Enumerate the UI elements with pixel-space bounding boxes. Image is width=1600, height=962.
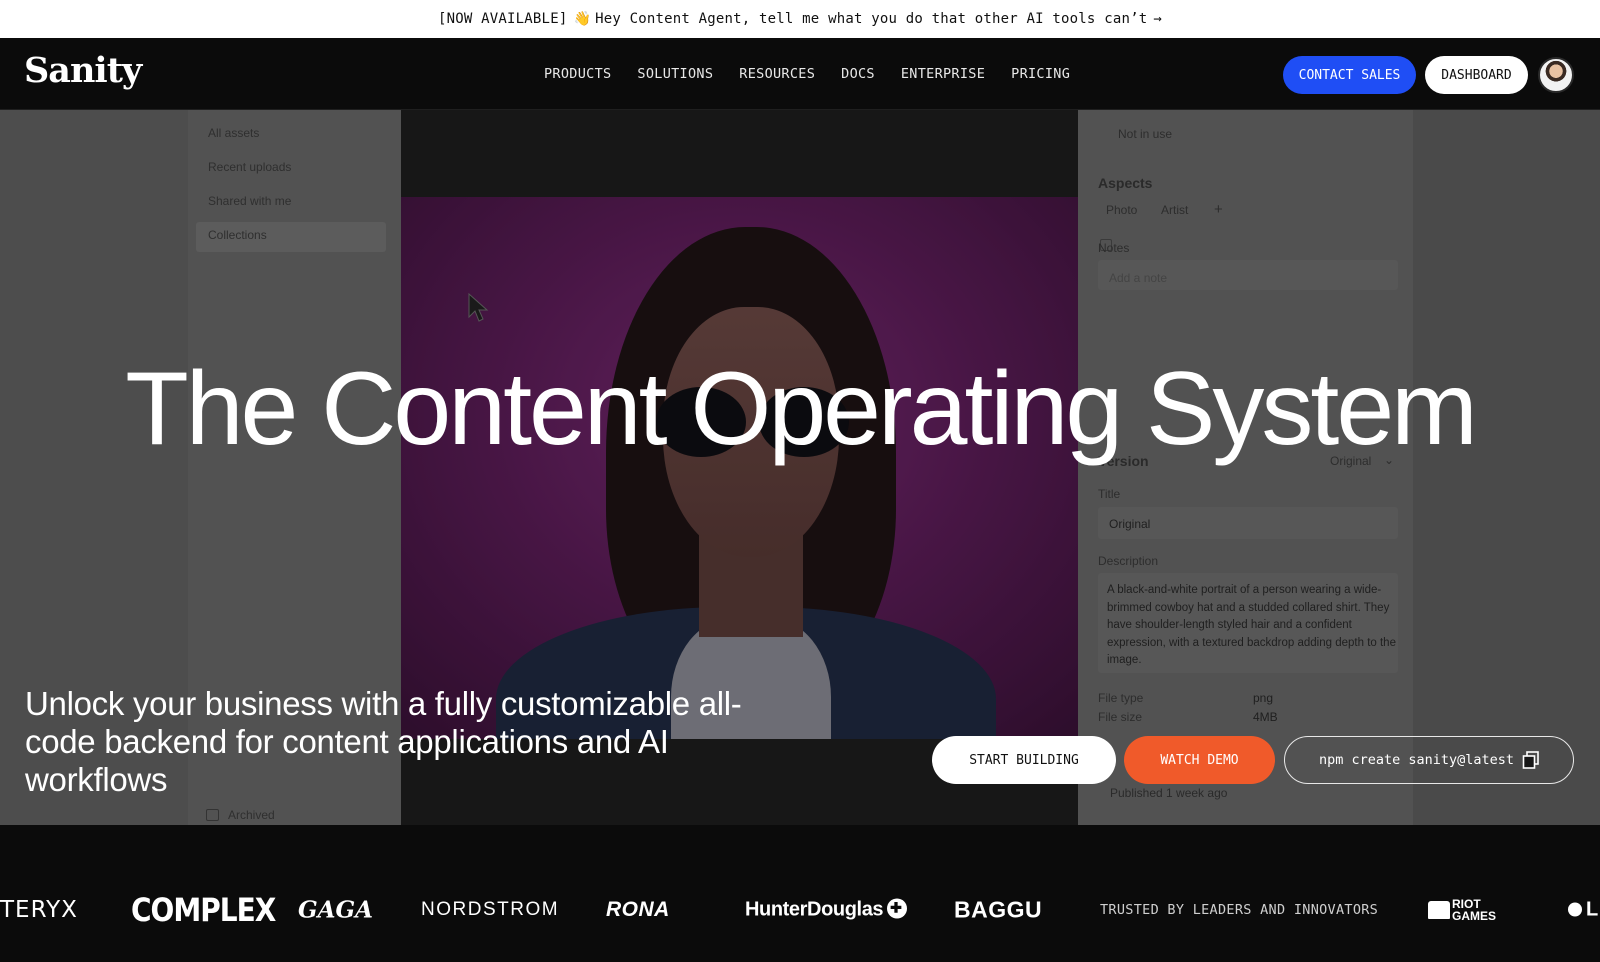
nav-item-docs[interactable]: DOCS bbox=[841, 66, 875, 82]
bg-title-label: Title bbox=[1098, 487, 1121, 501]
logo-complex: COMPLEX bbox=[131, 891, 276, 929]
bg-aspect-tag: Artist bbox=[1161, 203, 1189, 217]
bg-not-in-use: Not in use bbox=[1118, 127, 1173, 141]
logo-riot-games: RIOT GAMES bbox=[1428, 898, 1496, 922]
announcement-tag: [NOW AVAILABLE] bbox=[438, 11, 568, 27]
logo-arcteryx: TERYX bbox=[0, 897, 78, 923]
bg-aspects-heading: Aspects bbox=[1098, 175, 1153, 191]
bg-title-value: Original bbox=[1109, 517, 1151, 531]
bg-file-size: 4MB bbox=[1253, 710, 1278, 724]
bg-notes-placeholder: Add a note bbox=[1109, 271, 1168, 285]
archive-icon bbox=[206, 809, 219, 821]
nav-item-solutions[interactable]: SOLUTIONS bbox=[637, 66, 713, 82]
copy-icon[interactable] bbox=[1522, 751, 1540, 769]
bg-archived-label: Archived bbox=[228, 808, 275, 822]
bg-file-size-label: File size bbox=[1098, 710, 1143, 724]
bg-published: Published 1 week ago bbox=[1110, 786, 1228, 800]
dashboard-button[interactable]: DASHBOARD bbox=[1425, 56, 1528, 94]
page-title: The Content Operating System bbox=[125, 351, 1478, 467]
announcement-bar[interactable]: [NOW AVAILABLE] 👋 Hey Content Agent, tel… bbox=[0, 0, 1600, 38]
bg-description: A black-and-white portrait of a person w… bbox=[1107, 584, 1396, 666]
bg-file-type-label: File type bbox=[1098, 691, 1144, 705]
logo-hunterdouglas-text: HunterDouglas bbox=[745, 898, 884, 921]
logo-partial: L bbox=[1568, 899, 1598, 922]
riot-fist-icon bbox=[1428, 901, 1450, 919]
bg-sidebar-item: Recent uploads bbox=[208, 160, 292, 174]
watch-demo-button[interactable]: WATCH DEMO bbox=[1124, 736, 1275, 784]
bg-notes-label: Notes bbox=[1098, 241, 1130, 255]
plus-icon: + bbox=[1214, 201, 1223, 218]
contact-sales-button[interactable]: CONTACT SALES bbox=[1283, 56, 1416, 94]
nav-menu: PRODUCTS SOLUTIONS RESOURCES DOCS ENTERP… bbox=[544, 38, 1070, 110]
nav-item-products[interactable]: PRODUCTS bbox=[544, 66, 611, 82]
main-nav: Sanity PRODUCTS SOLUTIONS RESOURCES DOCS… bbox=[0, 38, 1600, 110]
nav-item-resources[interactable]: RESOURCES bbox=[739, 66, 815, 82]
partial-logo-text: L bbox=[1586, 898, 1599, 921]
hero-section: All assets Recent uploads Shared with me… bbox=[0, 110, 1600, 825]
logo-gaga: GAGA bbox=[298, 896, 373, 924]
logo-nordstrom: NORDSTROM bbox=[421, 899, 560, 920]
logo-strip: TERYX COMPLEX GAGA NORDSTROM RONA Hunter… bbox=[0, 825, 1600, 962]
logo-rona: RONA bbox=[606, 898, 670, 921]
start-building-button[interactable]: START BUILDING bbox=[932, 736, 1116, 784]
cursor-icon bbox=[468, 293, 489, 322]
partial-logo-icon bbox=[1568, 902, 1582, 917]
arrow-right-icon: → bbox=[1153, 11, 1162, 27]
bg-sidebar-item: Collections bbox=[208, 228, 267, 242]
bg-sidebar-item: Shared with me bbox=[208, 194, 292, 208]
trusted-label: TRUSTED BY LEADERS AND INNOVATORS bbox=[1100, 902, 1379, 918]
bg-sidebar-item: All assets bbox=[208, 126, 260, 140]
avatar[interactable] bbox=[1538, 57, 1574, 93]
riot-line2: GAMES bbox=[1452, 909, 1497, 923]
sanity-logo[interactable]: Sanity bbox=[24, 50, 142, 91]
bg-file-type: png bbox=[1253, 691, 1274, 705]
bg-description-label: Description bbox=[1098, 554, 1159, 568]
nav-item-enterprise[interactable]: ENTERPRISE bbox=[901, 66, 985, 82]
logo-baggu: BAGGU bbox=[954, 896, 1043, 923]
hunterdouglas-badge-icon bbox=[887, 898, 908, 919]
npm-command-box[interactable]: npm create sanity@latest bbox=[1284, 736, 1574, 784]
nav-item-pricing[interactable]: PRICING bbox=[1011, 66, 1070, 82]
logo-hunterdouglas: HunterDouglas bbox=[745, 898, 908, 922]
npm-command: npm create sanity@latest bbox=[1319, 752, 1515, 768]
bg-aspect-tag: Photo bbox=[1106, 203, 1138, 217]
announcement-message[interactable]: Hey Content Agent, tell me what you do t… bbox=[595, 11, 1147, 27]
wave-emoji-icon: 👋 bbox=[573, 11, 592, 27]
hero-subtitle: Unlock your business with a fully custom… bbox=[25, 685, 742, 798]
